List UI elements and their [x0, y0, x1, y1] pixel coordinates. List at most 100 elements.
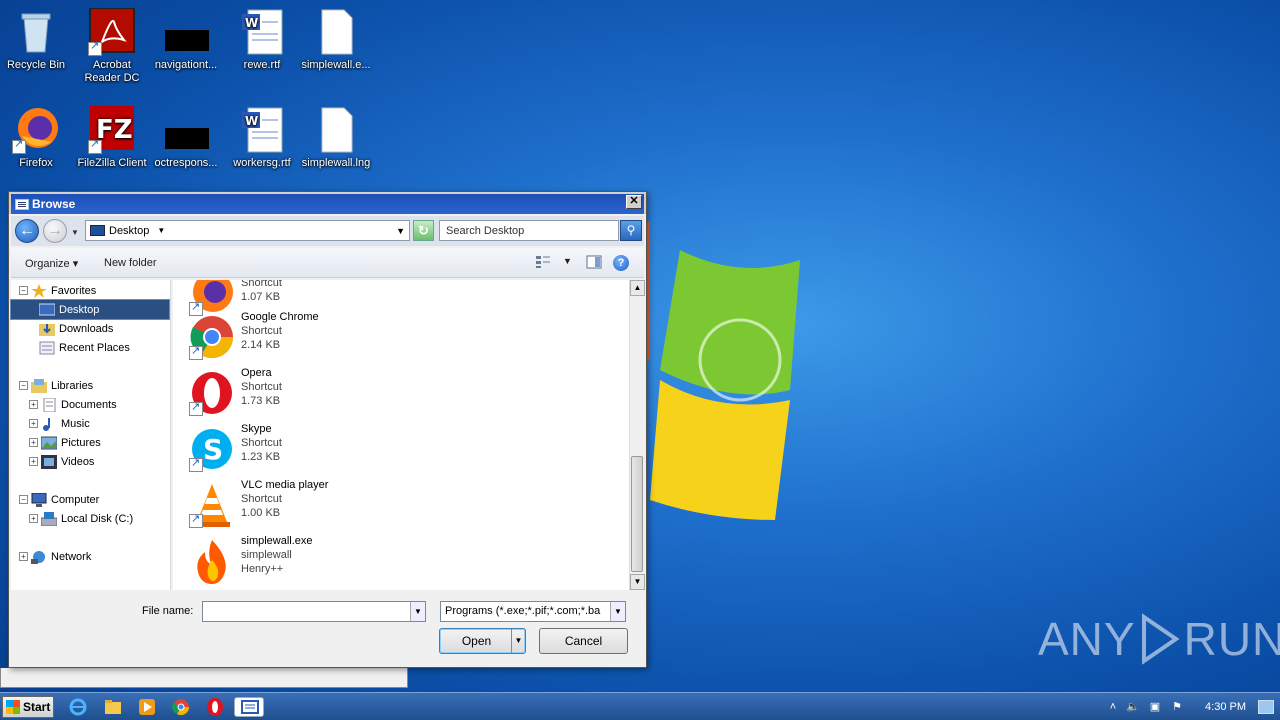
collapse-icon[interactable]: − — [19, 495, 28, 504]
show-desktop-icon[interactable] — [1258, 700, 1274, 714]
show-hidden-icons-chevron-icon[interactable]: ˄ — [1106, 700, 1120, 714]
file-item-simplewall[interactable]: simplewall.exe simplewall Henry++ — [189, 534, 619, 588]
chevron-down-icon[interactable]: ▼ — [157, 226, 165, 235]
back-button[interactable]: ← — [15, 219, 39, 243]
expand-icon[interactable]: + — [29, 419, 38, 428]
desktop-icon-rewe[interactable]: W rewe.rtf — [224, 8, 300, 72]
open-button[interactable]: Open ▼ — [439, 628, 526, 654]
nav-pictures[interactable]: + Pictures — [11, 433, 169, 452]
file-list-scrollbar[interactable]: ▲ ▼ — [629, 280, 645, 590]
desktop-icon-label: navigationt... — [154, 59, 218, 71]
shortcut-arrow-icon — [88, 138, 102, 154]
dialog-title: Browse — [32, 197, 76, 211]
collapse-icon[interactable]: − — [19, 286, 28, 295]
action-center-flag-icon[interactable]: ⚑ — [1170, 700, 1184, 714]
collapse-icon[interactable]: − — [19, 381, 28, 390]
shortcut-arrow-icon — [189, 344, 203, 360]
acrobat-icon — [88, 7, 136, 56]
refresh-button[interactable]: ↻ — [413, 220, 434, 241]
nav-recent-places[interactable]: Recent Places — [11, 338, 169, 357]
desktop-icon-acrobat[interactable]: Acrobat Reader DC — [74, 7, 150, 85]
desktop-icon-label: Recycle Bin — [6, 59, 66, 71]
scroll-up-button[interactable]: ▲ — [630, 280, 645, 296]
taskbar: Start ˄ 🔈 ▣ ⚑ 4:30 PM — [0, 692, 1280, 720]
nav-network[interactable]: + Network — [11, 547, 169, 566]
taskbar-opera[interactable] — [205, 697, 225, 717]
libraries-icon — [31, 378, 47, 393]
file-type: Shortcut — [241, 493, 282, 505]
expand-icon[interactable]: + — [29, 400, 38, 409]
organize-button[interactable]: Organize ▾ — [25, 257, 78, 270]
file-type-select[interactable]: Programs (*.exe;*.pif;*.com;*.ba ▼ — [440, 601, 626, 622]
forward-button[interactable]: → — [43, 219, 67, 243]
nav-label: Libraries — [51, 379, 94, 392]
recent-pages-dropdown[interactable]: ▼ — [71, 228, 79, 237]
nav-libraries[interactable]: − Libraries — [11, 376, 169, 395]
close-button[interactable]: ✕ — [626, 195, 642, 209]
address-bar: ← → ▼ Desktop ▼ ▼ ↻ Search Desktop ⚲ — [11, 216, 644, 246]
desktop-icon-firefox[interactable]: Firefox — [0, 106, 74, 170]
clock[interactable]: 4:30 PM — [1205, 701, 1246, 713]
cancel-button[interactable]: Cancel — [539, 628, 628, 654]
network-icon[interactable]: ▣ — [1148, 700, 1162, 714]
taskbar-internet-explorer[interactable] — [68, 697, 88, 717]
desktop-icon-filezilla[interactable]: FZ FileZilla Client — [74, 106, 150, 170]
file-item-opera[interactable]: Opera Shortcut 1.73 KB — [189, 366, 619, 420]
file-name: VLC media player — [241, 479, 329, 491]
nav-label: Recent Places — [59, 341, 130, 354]
expand-icon[interactable]: + — [29, 457, 38, 466]
view-options-icon[interactable] — [535, 255, 551, 269]
shortcut-arrow-icon — [88, 40, 102, 56]
new-folder-button[interactable]: New folder — [104, 257, 157, 269]
shortcut-arrow-icon — [189, 456, 203, 472]
taskbar-explorer[interactable] — [103, 697, 123, 717]
expand-icon[interactable]: + — [29, 438, 38, 447]
file-item-google-chrome[interactable]: Google Chrome Shortcut 2.14 KB — [189, 310, 619, 364]
desktop-icon-octrespons[interactable]: octrespons... — [148, 106, 224, 170]
search-input[interactable]: Search Desktop — [439, 220, 619, 241]
scroll-down-button[interactable]: ▼ — [630, 574, 645, 590]
file-item-vlc[interactable]: VLC media player Shortcut 1.00 KB — [189, 478, 619, 532]
pictures-icon — [40, 436, 58, 450]
search-icon[interactable]: ⚲ — [620, 220, 642, 241]
nav-desktop[interactable]: Desktop — [10, 299, 170, 320]
desktop-icon-recycle-bin[interactable]: Recycle Bin — [0, 8, 74, 72]
location-box[interactable]: Desktop ▼ ▼ — [85, 220, 410, 241]
file-name-dropdown[interactable]: ▼ — [410, 602, 425, 621]
file-type-dropdown[interactable]: ▼ — [610, 602, 625, 621]
open-split-dropdown[interactable]: ▼ — [511, 629, 525, 653]
start-button[interactable]: Start — [2, 696, 54, 718]
nav-local-disk[interactable]: + Local Disk (C:) — [11, 509, 169, 528]
desktop-icon-navigation[interactable]: navigationt... — [148, 8, 224, 72]
desktop-icon-simplewall-lng[interactable]: simplewall.lng — [298, 106, 374, 170]
scroll-thumb[interactable] — [631, 456, 643, 572]
nav-music[interactable]: + Music — [11, 414, 169, 433]
file-type: Shortcut — [241, 280, 282, 289]
dialog-titlebar[interactable]: Browse ✕ — [9, 192, 646, 214]
desktop-icon-label: Acrobat Reader DC — [84, 59, 140, 84]
nav-documents[interactable]: + Documents — [11, 395, 169, 414]
file-size: 1.23 KB — [241, 451, 281, 463]
taskbar-media-player[interactable] — [137, 697, 157, 717]
address-history-dropdown[interactable]: ▼ — [396, 226, 405, 236]
expand-icon[interactable]: + — [29, 514, 38, 523]
nav-favorites[interactable]: − Favorites — [11, 281, 169, 300]
speaker-icon[interactable]: 🔈 — [1126, 700, 1140, 714]
desktop-icon-label: simplewall.e... — [301, 59, 371, 71]
expand-icon[interactable]: + — [19, 552, 28, 561]
taskbar-chrome[interactable] — [171, 697, 191, 717]
preview-pane-icon[interactable] — [586, 255, 602, 269]
desktop-icon-workersg[interactable]: W workersg.rtf — [224, 106, 300, 170]
nav-videos[interactable]: + Videos — [11, 452, 169, 471]
file-name-input[interactable]: ▼ — [202, 601, 426, 622]
svg-text:S: S — [203, 433, 223, 466]
view-dropdown-icon[interactable]: ▼ — [563, 256, 572, 266]
help-icon[interactable]: ? — [613, 255, 629, 271]
desktop-icon-simplewall-exe[interactable]: simplewall.e... — [298, 8, 374, 72]
file-item-skype[interactable]: S Skype Shortcut 1.23 KB — [189, 422, 619, 476]
nav-computer[interactable]: − Computer — [11, 490, 169, 509]
file-type: Shortcut — [241, 437, 282, 449]
taskbar-browse-window[interactable] — [234, 697, 264, 717]
organize-label: Organize — [25, 258, 70, 270]
nav-downloads[interactable]: Downloads — [11, 319, 169, 338]
